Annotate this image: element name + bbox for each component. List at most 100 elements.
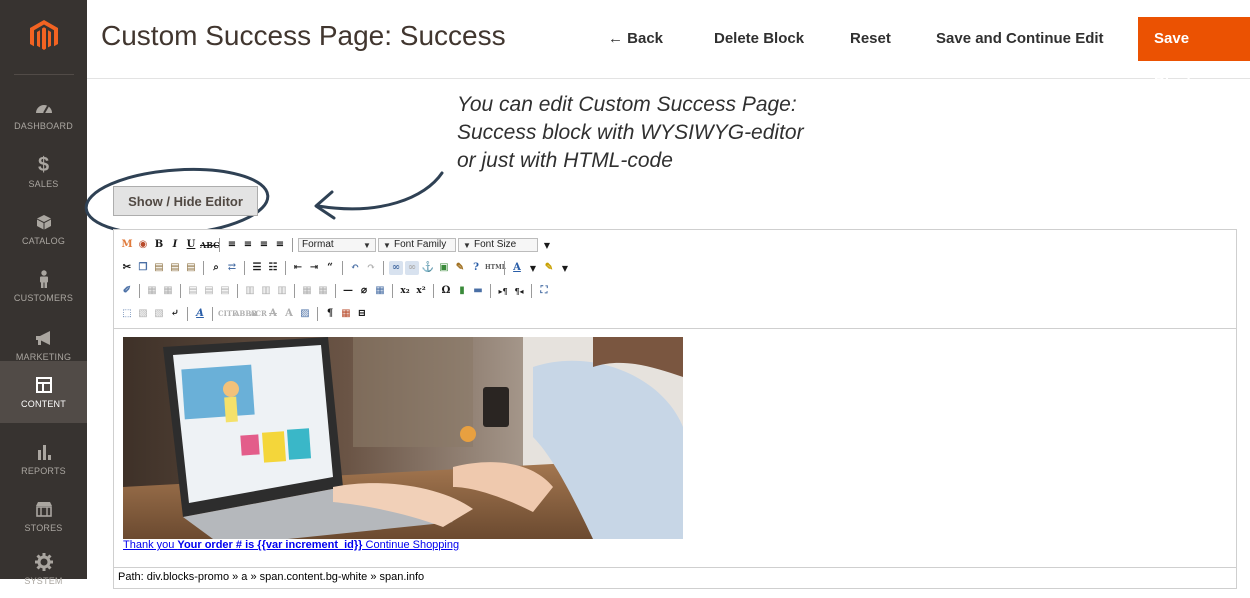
page-header: Custom Success Page: Success ← Back Dele… [87, 0, 1250, 91]
copy-icon[interactable]: ❐ [136, 261, 150, 275]
special-char-icon[interactable]: Ω [439, 284, 453, 298]
back-button[interactable]: ← Back [596, 21, 675, 57]
editor-content-area[interactable]: Thank you Your order # is {{var incremen… [114, 328, 1236, 566]
delete-col-icon[interactable]: ▥ [275, 284, 289, 298]
sidebar-item-stores[interactable]: STORES [0, 487, 87, 545]
cut-icon[interactable]: ✂ [120, 261, 134, 275]
content-link[interactable]: Thank you Your order # is {{var incremen… [123, 539, 459, 551]
delete-row-icon[interactable]: ▤ [218, 284, 232, 298]
format-select[interactable]: Format ▼ [298, 238, 376, 252]
html-source-icon[interactable]: HTML [485, 261, 506, 275]
absolute-icon[interactable]: ⤶ [168, 307, 182, 321]
move-backward-icon[interactable]: ▧ [152, 307, 166, 321]
blockquote-icon[interactable]: “ [323, 261, 337, 275]
merge-cells-icon[interactable]: ▦ [316, 284, 330, 298]
anchor-icon[interactable]: ⚓ [421, 261, 435, 275]
delete-text-icon[interactable]: A [266, 307, 280, 321]
image-icon[interactable]: ▣ [437, 261, 451, 275]
link-icon[interactable]: ∞ [389, 261, 403, 275]
text-color-icon[interactable]: A [510, 261, 524, 275]
media-icon[interactable]: ▮ [455, 284, 469, 298]
insert-layer-icon[interactable]: ⬚ [120, 307, 134, 321]
save-continue-button[interactable]: Save and Continue Edit [924, 21, 1116, 57]
show-blocks-icon[interactable]: ¶ [323, 307, 337, 321]
show-hide-editor-button[interactable]: Show / Hide Editor [113, 186, 258, 216]
move-forward-icon[interactable]: ▧ [136, 307, 150, 321]
insert-image-icon[interactable]: ◉ [136, 238, 150, 252]
font-family-select-value: Font Family [394, 239, 447, 250]
paste-word-icon[interactable]: ▤ [184, 261, 198, 275]
highlight-color-icon[interactable]: ✎ [542, 261, 556, 275]
align-left-icon[interactable]: ≡ [225, 238, 239, 252]
sidebar-item-customers[interactable]: CUSTOMERS [0, 257, 87, 315]
style-icon[interactable]: A [193, 307, 207, 321]
sidebar-item-catalog[interactable]: CATALOG [0, 200, 87, 258]
reset-button[interactable]: Reset [838, 21, 903, 57]
chevron-down-icon[interactable]: ▼ [540, 238, 554, 252]
attributes-icon[interactable]: ▨ [298, 307, 312, 321]
redo-icon[interactable]: ↷ [364, 261, 378, 275]
bold-icon[interactable]: B [152, 238, 166, 252]
visual-aid-icon[interactable]: ▦ [373, 284, 387, 298]
underline-icon[interactable]: U [184, 238, 198, 252]
cite-icon[interactable]: CITE [218, 307, 237, 321]
rtl-icon[interactable]: ¶◂ [512, 284, 526, 298]
sidebar-item-system[interactable]: SYSTEM [0, 540, 87, 598]
indent-icon[interactable]: ⇥ [307, 261, 321, 275]
abbr-icon[interactable]: ABBR [234, 307, 257, 321]
horizontal-rule-icon[interactable]: — [341, 284, 355, 298]
chevron-down-icon[interactable]: ▼ [558, 261, 572, 275]
toolbar-separator [285, 261, 286, 275]
bullet-list-icon[interactable]: ☰ [250, 261, 264, 275]
annotation-line: Success block with WYSIWYG-editor [457, 121, 804, 144]
insert-col-after-icon[interactable]: ▥ [259, 284, 273, 298]
insert-col-before-icon[interactable]: ▥ [243, 284, 257, 298]
numbered-list-icon[interactable]: ☷ [266, 261, 280, 275]
undo-icon[interactable]: ↶ [348, 261, 362, 275]
align-center-icon[interactable]: ≡ [241, 238, 255, 252]
insert-row-before-icon[interactable]: ▤ [186, 284, 200, 298]
fullscreen-icon[interactable]: ⛶ [537, 284, 551, 298]
ltr-icon[interactable]: ▸¶ [496, 284, 510, 298]
replace-icon[interactable]: ⇄ [225, 261, 239, 275]
insert-row-after-icon[interactable]: ▤ [202, 284, 216, 298]
paste-text-icon[interactable]: ▤ [168, 261, 182, 275]
sidebar-item-dashboard[interactable]: DASHBOARD [0, 85, 87, 143]
promo-image[interactable] [123, 337, 683, 539]
table-cell-props-icon[interactable]: ▦ [161, 284, 175, 298]
remove-format-icon[interactable]: ⌀ [357, 284, 371, 298]
non-breaking-space-icon[interactable]: ▬ [471, 284, 485, 298]
split-cells-icon[interactable]: ▦ [300, 284, 314, 298]
subscript-icon[interactable]: x₂ [398, 284, 412, 298]
sidebar-item-sales[interactable]: $ SALES [0, 143, 87, 201]
chevron-down-icon[interactable]: ▼ [526, 261, 540, 275]
magento-widget-icon[interactable]: M [120, 238, 134, 252]
save-block-button[interactable]: Save Block [1138, 17, 1250, 91]
sidebar-item-content[interactable]: CONTENT [0, 361, 87, 423]
align-justify-icon[interactable]: ≡ [273, 238, 287, 252]
paste-icon[interactable]: ▤ [152, 261, 166, 275]
superscript-icon[interactable]: x² [414, 284, 428, 298]
table-row-props-icon[interactable]: ▦ [145, 284, 159, 298]
insert-text-icon[interactable]: A [282, 307, 296, 321]
delete-block-button[interactable]: Delete Block [702, 21, 816, 57]
sidebar-item-reports[interactable]: REPORTS [0, 430, 87, 488]
sidebar-label: SALES [28, 179, 59, 189]
strikethrough-icon[interactable]: ABC [200, 238, 219, 252]
help-icon[interactable]: ? [469, 261, 483, 275]
italic-icon[interactable]: I [168, 238, 182, 252]
acronym-icon[interactable]: ACR [250, 307, 267, 321]
unlink-icon[interactable]: ∞ [405, 261, 419, 275]
font-size-select[interactable]: ▼ Font Size [458, 238, 538, 252]
magento-logo[interactable] [0, 0, 87, 72]
template-icon[interactable]: ▦ [339, 307, 353, 321]
find-icon[interactable]: ⌕ [209, 261, 223, 275]
annotation-line: You can edit Custom Success Page: [457, 93, 797, 116]
align-right-icon[interactable]: ≡ [257, 238, 271, 252]
font-family-select[interactable]: ▼ Font Family [378, 238, 456, 252]
page-break-icon[interactable]: ⊟ [355, 307, 369, 321]
cleanup-icon[interactable]: ✎ [453, 261, 467, 275]
styleprops-icon[interactable]: ✐ [120, 284, 134, 298]
outdent-icon[interactable]: ⇤ [291, 261, 305, 275]
toolbar-row: ✐ ▦ ▦ ▤ ▤ ▤ ▥ ▥ ▥ ▦ ▦ — ⌀ ▦ x₂ x² Ω ▮ ▬ [120, 281, 551, 301]
